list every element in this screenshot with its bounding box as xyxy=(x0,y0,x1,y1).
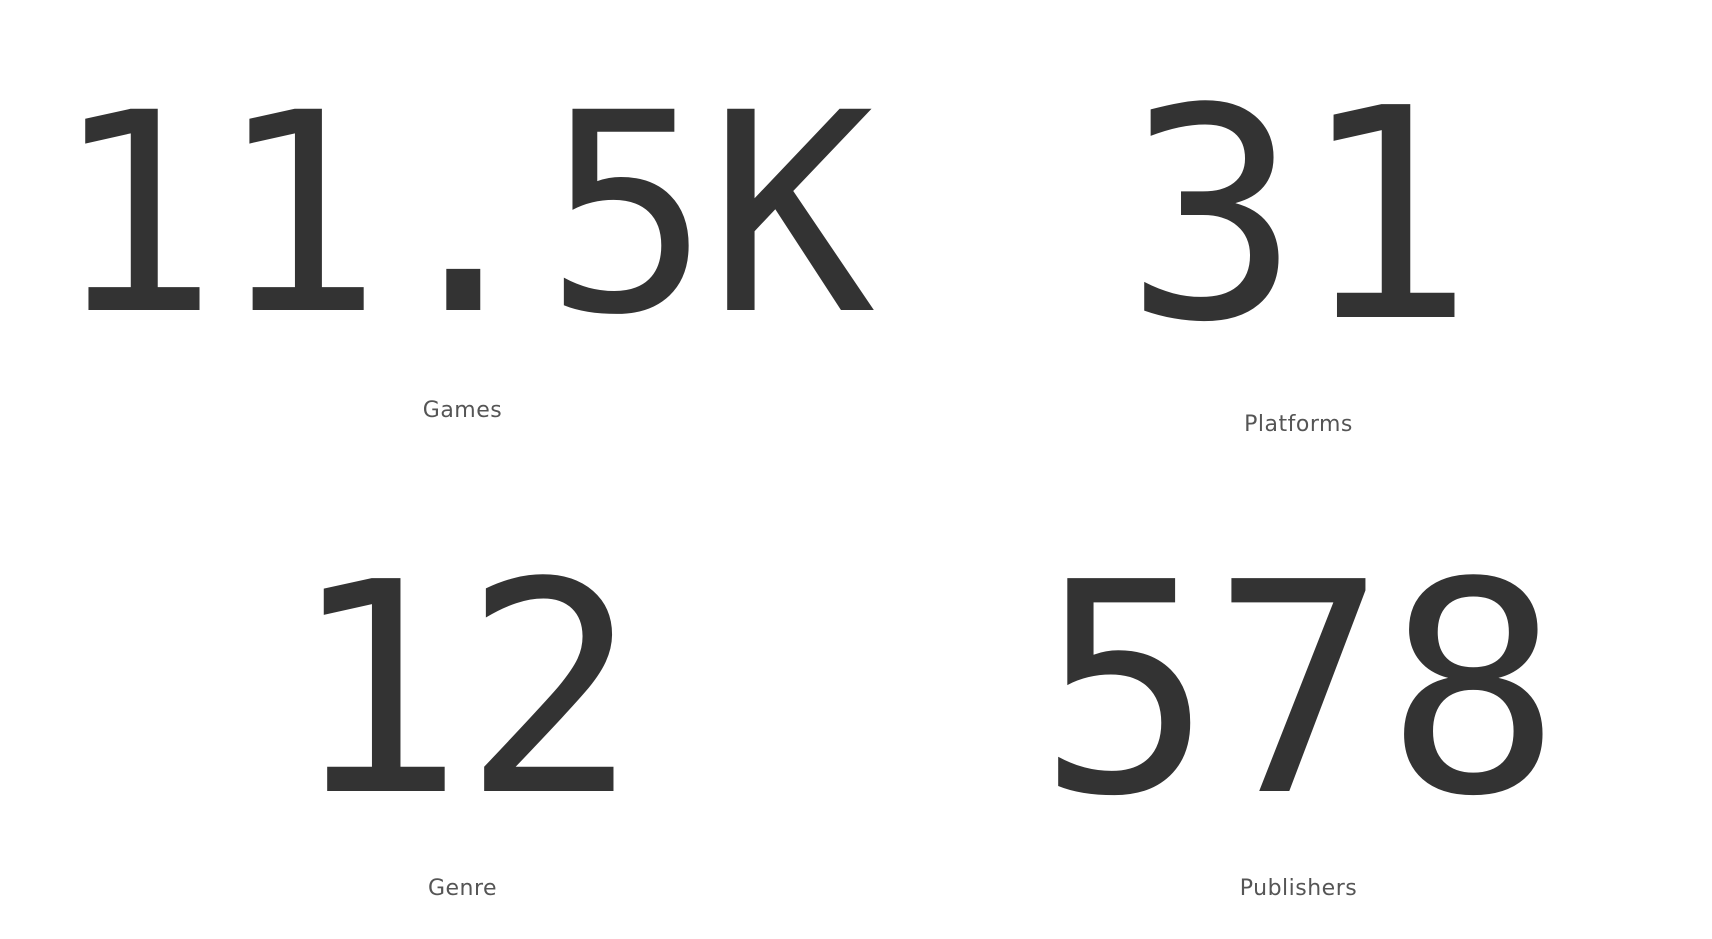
platforms-label: Platforms xyxy=(1244,412,1353,437)
kpi-card-genre: 12 Genre xyxy=(40,510,885,910)
genre-label: Genre xyxy=(427,876,498,901)
games-label: Games xyxy=(422,398,503,423)
kpi-card-publishers: 578 Publishers xyxy=(885,510,1712,910)
genre-count-value: 12 xyxy=(288,520,639,860)
platforms-count-value: 31 xyxy=(1124,46,1475,386)
publishers-label: Publishers xyxy=(1239,876,1358,901)
kpi-card-games: 11.5K Games xyxy=(40,60,885,440)
games-count-value: 11.5K xyxy=(52,55,875,376)
publishers-count-value: 578 xyxy=(1037,520,1561,860)
kpi-card-platforms: 31 Platforms xyxy=(885,60,1712,440)
